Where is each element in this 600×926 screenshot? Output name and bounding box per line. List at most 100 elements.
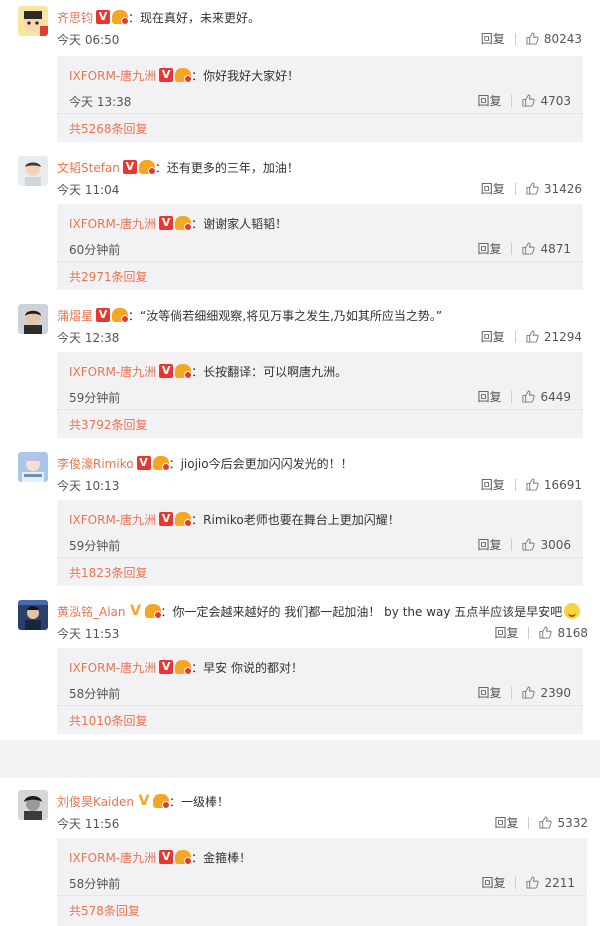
verified-icon: V [159, 216, 174, 230]
divider [528, 816, 530, 829]
reply-username-link[interactable]: IXFORM-唐九洲 [69, 659, 156, 676]
avatar[interactable] [18, 304, 48, 334]
view-replies-link[interactable]: 共1823条回复 [69, 564, 148, 581]
avatar[interactable] [18, 452, 48, 482]
comment-item: 文韬Stefan V ： 还有更多的三年，加油！ 今天 11:04 回复 314… [0, 150, 600, 298]
reply-username-link[interactable]: IXFORM-唐九洲 [69, 363, 156, 380]
avatar[interactable] [18, 156, 48, 186]
colon: ： [191, 364, 204, 379]
comment-text: “汝等倘若细细观察,将见万事之发生,乃如其所应当之势。” [140, 308, 443, 323]
comment-item: 蒲熠星 V ： “汝等倘若细细观察,将见万事之发生,乃如其所应当之势。” 今天 … [0, 298, 600, 446]
reply-button[interactable]: 回复 [481, 874, 505, 891]
colon: ： [191, 216, 204, 231]
fan-crown-icon [175, 850, 193, 865]
view-replies-link[interactable]: 共1010条回复 [69, 712, 148, 729]
verified-icon: V [159, 364, 174, 378]
comment-item: 黄泓铭_Alan V ： 你一定会越来越好的 我们都一起加油！ by the w… [0, 594, 600, 740]
comment-text: 现在真好，未来更好。 [140, 10, 261, 25]
thumbs-up-icon[interactable] [526, 32, 539, 45]
comment-text: 还有更多的三年，加油！ [166, 160, 299, 175]
username-link[interactable]: 齐思钧 [57, 9, 93, 26]
smile-emoji-icon [564, 603, 581, 619]
reply-time: 今天 13:38 [69, 95, 132, 109]
view-replies-link[interactable]: 共3792条回复 [69, 416, 148, 433]
divider [57, 409, 583, 410]
reply-username-link[interactable]: IXFORM-唐九洲 [69, 849, 156, 866]
username-link[interactable]: 蒲熠星 [57, 307, 93, 324]
comment-text: 一级棒！ [180, 794, 229, 809]
username-link[interactable]: 刘俊昊Kaiden [57, 793, 134, 810]
avatar[interactable] [18, 600, 48, 630]
thumbs-up-icon[interactable] [526, 478, 539, 491]
divider [511, 538, 513, 551]
reply-button[interactable]: 回复 [477, 388, 501, 405]
reply-time: 59分钟前 [69, 391, 121, 405]
thumbs-up-icon[interactable] [539, 816, 553, 829]
reply-username-link[interactable]: IXFORM-唐九洲 [69, 67, 156, 84]
reply-button[interactable]: 回复 [477, 240, 501, 257]
view-replies-link[interactable]: 共2971条回复 [69, 268, 148, 285]
fan-crown-icon [175, 660, 193, 675]
reply-like-count: 6449 [540, 389, 571, 404]
reply-button[interactable]: 回复 [481, 476, 505, 493]
like-count: 31426 [543, 181, 582, 196]
reply-button[interactable]: 回复 [477, 684, 501, 701]
username-link[interactable]: 李俊濠Rimiko [57, 455, 134, 472]
view-replies-link[interactable]: 共5268条回复 [69, 120, 148, 137]
divider [57, 261, 583, 262]
thumbs-up-icon[interactable] [522, 242, 536, 255]
view-replies-link[interactable]: 共578条回复 [69, 902, 140, 919]
colon: ： [168, 456, 181, 471]
reply-time: 58分钟前 [69, 877, 121, 891]
divider [511, 94, 513, 107]
fan-crown-icon [138, 160, 156, 175]
reply-button[interactable]: 回复 [481, 180, 505, 197]
thumbs-up-icon[interactable] [522, 390, 536, 403]
thumbs-up-icon[interactable] [522, 686, 536, 699]
thumbs-up-icon[interactable] [539, 626, 553, 639]
colon: ： [154, 160, 167, 175]
reply-button[interactable]: 回复 [481, 328, 505, 345]
reply-text: 谢谢家人韬韬！ [203, 216, 288, 231]
username-link[interactable]: 文韬Stefan [57, 159, 120, 176]
avatar[interactable] [18, 6, 48, 36]
thumbs-up-icon[interactable] [526, 330, 539, 343]
reply-like-count: 2211 [544, 875, 575, 890]
avatar[interactable] [18, 790, 48, 820]
fan-crown-icon [175, 216, 193, 231]
reply-box: IXFORM-唐九洲 V ： 你好我好大家好！ 今天 13:38 回复 4703… [57, 56, 583, 142]
reply-button[interactable]: 回复 [494, 814, 518, 831]
thumbs-up-icon[interactable] [526, 876, 540, 889]
thumbs-up-icon[interactable] [522, 538, 536, 551]
reply-button[interactable]: 回复 [477, 536, 501, 553]
thumbs-up-icon[interactable] [526, 182, 539, 195]
reply-username-link[interactable]: IXFORM-唐九洲 [69, 215, 156, 232]
divider [511, 390, 513, 403]
fan-crown-icon [152, 794, 170, 809]
reply-button[interactable]: 回复 [481, 30, 505, 47]
verified-icon: V [96, 10, 111, 24]
comment-time: 今天 10:13 [57, 479, 120, 493]
verified-icon: V [159, 68, 174, 82]
colon: ： [128, 308, 141, 323]
verified-icon: V [159, 850, 174, 864]
reply-username-link[interactable]: IXFORM-唐九洲 [69, 511, 156, 528]
reply-button[interactable]: 回复 [477, 92, 501, 109]
colon: ： [128, 10, 141, 25]
fan-crown-icon [112, 308, 130, 323]
fan-crown-icon [144, 604, 162, 619]
comment-time: 今天 11:53 [57, 627, 120, 641]
divider [57, 705, 583, 706]
like-count: 16691 [543, 477, 582, 492]
verified-icon: V [159, 512, 174, 526]
comment-text: jiojio今后会更加闪闪发光的！！ [180, 456, 353, 471]
comment-time: 今天 11:56 [57, 817, 120, 831]
reply-time: 59分钟前 [69, 539, 121, 553]
reply-button[interactable]: 回复 [494, 624, 518, 641]
reply-text: Rimiko老师也要在舞台上更加闪耀！ [203, 512, 400, 527]
fan-crown-icon [175, 68, 193, 83]
reply-text: 长按翻译：可以啊唐九洲。 [203, 364, 348, 379]
reply-text: 早安 你说的都对！ [203, 660, 303, 675]
thumbs-up-icon[interactable] [522, 94, 536, 107]
username-link[interactable]: 黄泓铭_Alan [57, 603, 126, 620]
